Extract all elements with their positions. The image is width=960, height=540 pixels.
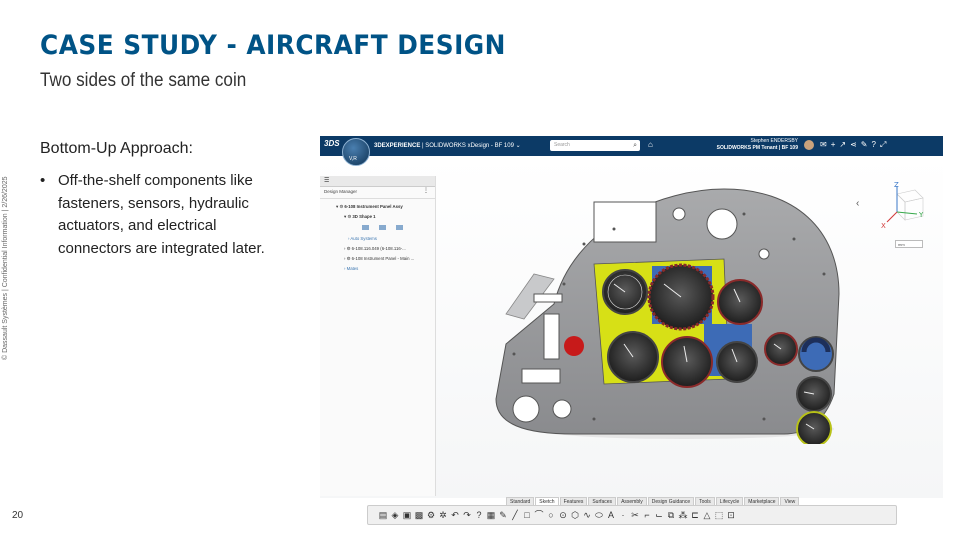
- tree-icon: ☰: [324, 178, 330, 184]
- chamfer-icon[interactable]: ⌙: [654, 510, 664, 520]
- circle-icon[interactable]: ○: [546, 510, 556, 520]
- app-top-bar: 3DS 3DEXPERIENCE | SOLIDWORKS xDesign - …: [320, 136, 943, 156]
- fillet-icon[interactable]: ⌐: [642, 510, 652, 520]
- save-as-icon[interactable]: ▩: [414, 510, 424, 520]
- approach-heading: Bottom-Up Approach:: [40, 140, 193, 157]
- tools-icon[interactable]: ✎: [861, 140, 868, 150]
- box-icon[interactable]: ⬚: [714, 510, 724, 520]
- design-manager-panel: ☰ Design Manager ⋮ ▾ ⚙ 6-108 Instrument …: [320, 176, 436, 496]
- settings-icon[interactable]: ⚙: [426, 510, 436, 520]
- tree-shape[interactable]: ▾ ⚙ 3D Shape 1: [344, 214, 376, 220]
- notification-icon[interactable]: ✉: [820, 140, 827, 150]
- sketch-icon[interactable]: ▤: [378, 510, 388, 520]
- search-input[interactable]: Search ⌕: [550, 140, 640, 151]
- trim-icon[interactable]: ✂: [630, 510, 640, 520]
- design-manager-title: Design Manager: [324, 189, 358, 194]
- cube-icon[interactable]: ◈: [390, 510, 400, 520]
- slide-subtitle: Two sides of the same coin: [40, 70, 247, 91]
- text-icon[interactable]: A: [606, 510, 616, 520]
- slide-title: CASE STUDY - AIRCRAFT DESIGN: [40, 30, 506, 61]
- offset-icon[interactable]: ⧉: [666, 510, 676, 520]
- compass-icon[interactable]: V,R: [342, 138, 370, 166]
- cad-app-screenshot: 3DS 3DEXPERIENCE | SOLIDWORKS xDesign - …: [320, 136, 943, 498]
- rectangle-icon[interactable]: □: [522, 510, 532, 520]
- pen-icon[interactable]: ✎: [498, 510, 508, 520]
- arc-icon[interactable]: ⌒: [534, 510, 544, 520]
- user-info[interactable]: Stephen ENDERSBY SOLIDWORKS PM Tenant | …: [698, 138, 798, 152]
- confidential-footer: © Dassault Systèmes | Confidential Infor…: [2, 176, 9, 360]
- share-icon[interactable]: ↗: [839, 140, 846, 150]
- app-brand[interactable]: 3DEXPERIENCE | SOLIDWORKS xDesign - BF 1…: [374, 142, 521, 149]
- shape-icons: [362, 225, 403, 230]
- avatar[interactable]: [804, 140, 814, 150]
- tree-autosystems[interactable]: › Auto Systems: [348, 236, 377, 241]
- command-toolbar: ▤ ◈ ▣ ▩ ⚙ ✲ ↶ ↷ ? ▦ ✎ ╱ □ ⌒ ○ ⊙ ⬡ ∿ ⬭ A …: [367, 505, 897, 525]
- tree-root[interactable]: ▾ ⚙ 6-108 Instrument Panel Assy: [336, 204, 403, 210]
- circle-center-icon[interactable]: ⊙: [558, 510, 568, 520]
- gear-icon[interactable]: ✲: [438, 510, 448, 520]
- user-name: Stephen ENDERSBY: [750, 138, 798, 144]
- divider: [320, 198, 435, 199]
- redo-icon[interactable]: ↷: [462, 510, 472, 520]
- svg-text:X: X: [881, 222, 886, 230]
- network-icon[interactable]: ⋖: [850, 140, 857, 150]
- spline-icon[interactable]: ∿: [582, 510, 592, 520]
- instrument-panel-model[interactable]: [494, 184, 874, 444]
- add-icon[interactable]: +: [831, 140, 836, 150]
- ellipse-icon[interactable]: ⬭: [594, 510, 604, 520]
- view-triad[interactable]: Z Y X: [875, 182, 935, 232]
- tree-part-2[interactable]: › ⚙ 6-108 Instrument Panel - Main ...: [344, 256, 414, 262]
- tree-mates[interactable]: › Mates: [344, 266, 358, 271]
- polygon-icon[interactable]: ⬡: [570, 510, 580, 520]
- bullet-text: Off-the-shelf components like fasteners,…: [58, 172, 265, 257]
- convert-icon[interactable]: ⊡: [726, 510, 736, 520]
- tree-part-1[interactable]: › ⚙ 6-108.116.049 (6-108.116-...: [344, 246, 406, 252]
- ds-logo[interactable]: 3DS: [324, 139, 340, 148]
- tenant-name: SOLIDWORKS PM Tenant | BF 109: [716, 145, 798, 151]
- svg-text:Y: Y: [918, 211, 924, 219]
- help-icon[interactable]: ?: [871, 140, 875, 150]
- expand-icon[interactable]: ⤢: [880, 140, 886, 150]
- page-number: 20: [12, 510, 24, 521]
- shape-icon[interactable]: [379, 225, 386, 230]
- view-select[interactable]: mm: [895, 240, 923, 248]
- line-icon[interactable]: ╱: [510, 510, 520, 520]
- design-manager-tab[interactable]: ☰: [320, 176, 435, 187]
- more-options-icon[interactable]: ⋮: [423, 187, 429, 194]
- undo-icon[interactable]: ↶: [450, 510, 460, 520]
- save-icon[interactable]: ▣: [402, 510, 412, 520]
- shape-icon[interactable]: [362, 225, 369, 230]
- help-circle-icon[interactable]: ?: [474, 510, 484, 520]
- search-icon[interactable]: ⌕: [633, 140, 637, 151]
- bullet-dot-icon: •: [40, 172, 46, 189]
- point-icon[interactable]: ·: [618, 510, 628, 520]
- svg-text:Z: Z: [894, 182, 899, 189]
- triangle-icon[interactable]: △: [702, 510, 712, 520]
- sketch-plane-icon[interactable]: ▦: [486, 510, 496, 520]
- shape-icon[interactable]: [396, 225, 403, 230]
- mirror-icon[interactable]: ⊏: [690, 510, 700, 520]
- bullet-item: • Off-the-shelf components like fastener…: [40, 170, 290, 260]
- top-icons: ✉ + ↗ ⋖ ✎ ? ⤢: [820, 140, 886, 150]
- pattern-icon[interactable]: ⁂: [678, 510, 688, 520]
- tag-icon[interactable]: ⌂: [648, 140, 653, 149]
